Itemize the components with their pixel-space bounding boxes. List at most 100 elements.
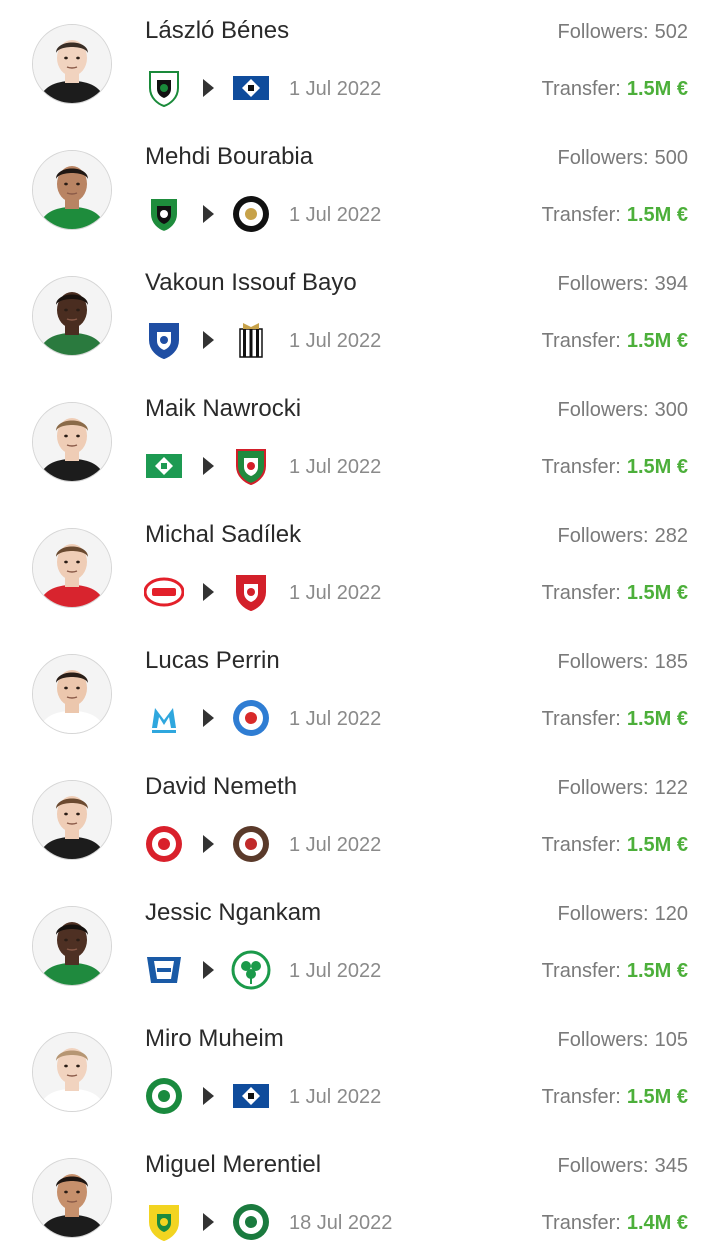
arrow-right-icon: [203, 961, 214, 979]
player-avatar[interactable]: [32, 906, 112, 986]
followers-count: Followers: 122: [557, 777, 688, 800]
arrow-right-icon: [203, 583, 214, 601]
followers-value: 300: [654, 399, 688, 421]
transfer-row[interactable]: Mehdi Bourabia Followers: 500 1 Jul 2022 …: [0, 126, 720, 252]
transfer-date: 1 Jul 2022: [289, 960, 382, 982]
arrow-right-icon: [203, 79, 214, 97]
transfer-date: 1 Jul 2022: [289, 1086, 382, 1108]
player-avatar[interactable]: [32, 402, 112, 482]
followers-count: Followers: 394: [557, 273, 688, 296]
transfer-row[interactable]: Vakoun Issouf Bayo Followers: 394 1 Jul 2…: [0, 252, 720, 378]
arrow-right-icon: [203, 1087, 214, 1105]
transfer-label: Transfer:: [541, 582, 621, 604]
st-pauli-crest-icon[interactable]: [231, 824, 271, 864]
player-avatar[interactable]: [32, 780, 112, 860]
player-name[interactable]: Jessic Ngankam: [145, 899, 321, 927]
twente-crest-icon[interactable]: [231, 572, 271, 612]
followers-count: Followers: 120: [557, 903, 688, 926]
gladbach-crest-icon[interactable]: [144, 68, 184, 108]
strasbourg-crest-icon[interactable]: [231, 698, 271, 738]
werder-crest-icon[interactable]: [144, 446, 184, 486]
marseille-crest-icon[interactable]: [144, 698, 184, 738]
player-name[interactable]: Michal Sadílek: [145, 521, 301, 549]
player-name[interactable]: Vakoun Issouf Bayo: [145, 269, 357, 297]
followers-label: Followers:: [557, 21, 649, 43]
st-gallen-crest-icon[interactable]: [144, 1076, 184, 1116]
followers-value: 105: [654, 1029, 688, 1051]
transfer-fee: Transfer: 1.5M €: [542, 834, 688, 857]
gent-crest-icon[interactable]: [144, 320, 184, 360]
transfer-row[interactable]: László Bénes Followers: 502 1 Jul 2022 Tr…: [0, 0, 720, 126]
psv-crest-icon[interactable]: [144, 572, 184, 612]
player-name[interactable]: Maik Nawrocki: [145, 395, 301, 423]
followers-value: 120: [654, 903, 688, 925]
charleroi-crest-icon[interactable]: [231, 320, 271, 360]
followers-label: Followers:: [557, 147, 649, 169]
palmeiras-crest-icon[interactable]: [231, 1202, 271, 1242]
transfer-fee: Transfer: 1.5M €: [542, 960, 688, 983]
transfer-label: Transfer:: [541, 834, 621, 856]
transfer-fee: Transfer: 1.5M €: [542, 78, 688, 101]
followers-value: 345: [654, 1155, 688, 1177]
transfer-row[interactable]: Maik Nawrocki Followers: 300 1 Jul 2022 T…: [0, 378, 720, 504]
arrow-right-icon: [203, 205, 214, 223]
transfer-row[interactable]: Miguel Merentiel Followers: 345 18 Jul 20…: [0, 1134, 720, 1260]
mainz-crest-icon[interactable]: [144, 824, 184, 864]
spezia-crest-icon[interactable]: [231, 194, 271, 234]
player-avatar[interactable]: [32, 528, 112, 608]
furth-crest-icon[interactable]: [231, 950, 271, 990]
player-name[interactable]: László Bénes: [145, 17, 289, 45]
player-name[interactable]: David Nemeth: [145, 773, 297, 801]
player-avatar[interactable]: [32, 1158, 112, 1238]
followers-count: Followers: 300: [557, 399, 688, 422]
player-name[interactable]: Miguel Merentiel: [145, 1151, 321, 1179]
transfer-date: 1 Jul 2022: [289, 330, 382, 352]
followers-value: 185: [654, 651, 688, 673]
followers-label: Followers:: [557, 1029, 649, 1051]
transfer-label: Transfer:: [541, 708, 621, 730]
fee-value: 1.5M €: [626, 834, 688, 856]
transfer-date: 1 Jul 2022: [289, 204, 382, 226]
player-name[interactable]: Miro Muheim: [145, 1025, 284, 1053]
transfer-row[interactable]: Lucas Perrin Followers: 185 1 Jul 2022 Tr…: [0, 630, 720, 756]
transfer-row[interactable]: Miro Muheim Followers: 105 1 Jul 2022 Tra…: [0, 1008, 720, 1134]
followers-value: 502: [654, 21, 688, 43]
transfer-row[interactable]: Jessic Ngankam Followers: 120 1 Jul 2022 …: [0, 882, 720, 1008]
followers-count: Followers: 105: [557, 1029, 688, 1052]
hamburg-crest-icon[interactable]: [231, 1076, 271, 1116]
transfer-fee: Transfer: 1.5M €: [542, 330, 688, 353]
arrow-right-icon: [203, 835, 214, 853]
player-avatar[interactable]: [32, 1032, 112, 1112]
transfer-fee: Transfer: 1.5M €: [542, 204, 688, 227]
hertha-crest-icon[interactable]: [144, 950, 184, 990]
fee-value: 1.5M €: [626, 330, 688, 352]
followers-value: 500: [654, 147, 688, 169]
followers-label: Followers:: [557, 903, 649, 925]
transfer-label: Transfer:: [541, 204, 621, 226]
arrow-right-icon: [203, 457, 214, 475]
transfer-label: Transfer:: [541, 456, 621, 478]
transfer-fee: Transfer: 1.4M €: [542, 1212, 688, 1235]
fee-value: 1.5M €: [626, 1086, 688, 1108]
transfer-label: Transfer:: [541, 330, 621, 352]
hamburg-crest-icon[interactable]: [231, 68, 271, 108]
player-avatar[interactable]: [32, 150, 112, 230]
followers-label: Followers:: [557, 1155, 649, 1177]
sassuolo-crest-icon[interactable]: [144, 194, 184, 234]
followers-count: Followers: 502: [557, 21, 688, 44]
player-avatar[interactable]: [32, 654, 112, 734]
player-name[interactable]: Lucas Perrin: [145, 647, 280, 675]
transfer-row[interactable]: David Nemeth Followers: 122 1 Jul 2022 Tr…: [0, 756, 720, 882]
followers-count: Followers: 500: [557, 147, 688, 170]
player-avatar[interactable]: [32, 24, 112, 104]
transfer-label: Transfer:: [541, 960, 621, 982]
player-avatar[interactable]: [32, 276, 112, 356]
player-name[interactable]: Mehdi Bourabia: [145, 143, 313, 171]
defensa-crest-icon[interactable]: [144, 1202, 184, 1242]
arrow-right-icon: [203, 709, 214, 727]
followers-label: Followers:: [557, 777, 649, 799]
followers-count: Followers: 185: [557, 651, 688, 674]
legia-crest-icon[interactable]: [231, 446, 271, 486]
followers-label: Followers:: [557, 399, 649, 421]
transfer-row[interactable]: Michal Sadílek Followers: 282 1 Jul 2022 …: [0, 504, 720, 630]
